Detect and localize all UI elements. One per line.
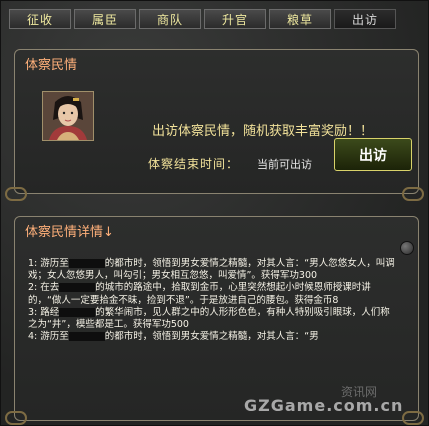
- frame-ornament: [5, 187, 27, 201]
- redacted-place: [68, 332, 105, 342]
- frame-ornament: [402, 411, 424, 425]
- game-window: 征收 属臣 商队 升官 粮草 出访 体察民情 出访体察民情，随机获取丰富奖励！！…: [0, 0, 429, 426]
- tab-promotion[interactable]: 升官: [204, 9, 266, 29]
- tab-caravan[interactable]: 商队: [139, 9, 201, 29]
- visit-button[interactable]: 出访: [334, 138, 412, 171]
- log-entry: 1: 游历至 的都市时，领悟到男女爱情之精髓，对其人言：“男人忽悠女人，叫调戏；女…: [28, 258, 395, 282]
- tab-provisions[interactable]: 粮草: [269, 9, 331, 29]
- log-entry: 2: 在去 的城市的路途中，拾取到金币，心里突然想起小时候恩师授课时讲的，“做人一…: [28, 282, 371, 306]
- tab-visit[interactable]: 出访: [334, 9, 396, 29]
- details-log: 1: 游历至 的都市时，领悟到男女爱情之精髓，对其人言：“男人忽悠女人，叫调戏；女…: [28, 258, 398, 343]
- redacted-place: [68, 259, 105, 268]
- frame-ornament: [402, 187, 424, 201]
- inspect-panel-title: 体察民情: [25, 58, 78, 73]
- promo-text: 出访体察民情，随机获取丰富奖励！！: [152, 124, 374, 139]
- tab-bar: 征收 属臣 商队 升官 粮草 出访: [9, 9, 396, 29]
- end-time-label: 体察结束时间：: [148, 157, 240, 171]
- log-entry: 4: 游历至 的都市时，领悟到男女爱情之精髓，对其人言：“男: [28, 331, 319, 343]
- tab-vassals[interactable]: 属臣: [74, 9, 136, 29]
- frame-ornament: [5, 411, 27, 425]
- details-panel-title: 体察民情详情↓: [25, 225, 114, 240]
- redacted-place: [59, 307, 96, 317]
- scrollbar-knob[interactable]: [400, 241, 414, 255]
- avatar: [42, 91, 94, 141]
- tab-levy[interactable]: 征收: [9, 9, 71, 29]
- redacted-place: [59, 283, 96, 293]
- character-portrait-icon: [43, 92, 93, 140]
- log-entry: 3: 路经 的繁华闹市，见人群之中的人形形色色，有种人特别吸引眼球，人们称之为“井…: [28, 306, 390, 331]
- inspect-panel: 体察民情 出访体察民情，随机获取丰富奖励！！ 体察结束时间： 当前可出访 出访: [14, 49, 419, 194]
- end-time-value: 当前可出访: [257, 158, 312, 171]
- watermark-line2: GZGame.com.cn: [244, 396, 404, 415]
